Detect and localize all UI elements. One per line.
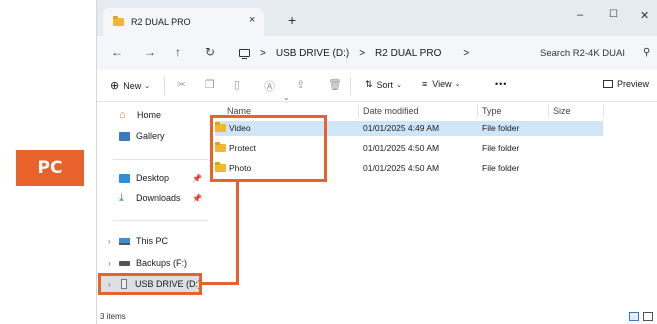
command-bar: ⊕ New ⌄ ✂ ❐ ▯ Ⓐ ⇪ 🗑 ⇅ Sort ⌄ ≡ View ⌄ ••… [97,70,657,102]
toolbar-divider [164,77,165,95]
breadcrumb-r2-dual-pro[interactable]: R2 DUAL PRO [375,48,441,59]
breadcrumb-expand[interactable]: > [463,48,469,59]
pin-icon[interactable]: 📌 [192,194,202,203]
date-cell: 01/01/2025 4:49 AM [363,123,440,133]
type-cell: File folder [482,143,520,153]
item-count: 3 items [100,312,126,321]
type-cell: File folder [482,163,520,173]
sidebar-divider [113,159,208,160]
column-header-type[interactable]: Type [482,102,502,120]
sidebar-divider [113,220,208,221]
sidebar-item-label: Gallery [136,131,165,141]
share-icon[interactable]: ⇪ [296,78,305,91]
sidebar-item-home[interactable]: ⌂ Home [119,106,161,124]
title-bar: R2 DUAL PRO × + – ☐ ✕ [97,0,657,36]
refresh-button[interactable]: ↻ [205,46,215,58]
copy-icon[interactable]: ❐ [205,78,215,91]
new-button[interactable]: ⊕ New ⌄ [110,79,150,92]
folder-icon [113,16,124,26]
search-input[interactable]: Search R2-4K DUAI [540,48,625,59]
gallery-icon [119,131,130,141]
breadcrumb-separator: > [359,47,366,59]
date-cell: 01/01/2025 4:50 AM [363,143,440,153]
view-button[interactable]: ≡ View ⌄ [422,79,461,89]
chevron-down-icon: ⌄ [396,81,402,89]
sidebar-item-downloads[interactable]: ⤓ Downloads [119,189,181,207]
column-divider [477,104,478,118]
chevron-down-icon: ⌄ [454,81,461,88]
status-bar: 3 items [97,312,657,324]
navigation-bar: ← → ↑ ↻ > USB DRIVE (D:) > R2 DUAL PRO >… [97,36,657,70]
sidebar-item-label: Backups (F:) [136,258,188,268]
rename-icon[interactable]: Ⓐ [264,78,275,94]
sort-button[interactable]: ⇅ Sort ⌄ [365,79,402,90]
tab-label: R2 DUAL PRO [131,17,191,27]
sidebar-item-label: Desktop [136,173,170,183]
sidebar-item-label: Downloads [136,193,181,203]
tiles-view-icon[interactable] [643,312,653,321]
chevron-down-icon: ⌄ [144,82,151,90]
sidebar-item-label: Home [137,110,162,120]
computer-icon [119,237,130,245]
sidebar-item-desktop[interactable]: Desktop [119,169,169,187]
sort-button-label: Sort [376,79,394,90]
pc-badge: PC [16,150,84,186]
close-button[interactable]: ✕ [640,9,649,22]
preview-button-label: Preview [617,79,650,89]
column-header-size[interactable]: Size [553,102,571,120]
paste-icon[interactable]: ▯ [234,78,240,91]
tab-r2-dual-pro[interactable]: R2 DUAL PRO × [103,8,264,36]
minimize-button[interactable]: – [577,9,583,21]
column-divider [358,104,359,118]
view-lines-icon: ≡ [422,79,428,89]
new-button-label: New [123,80,142,91]
usb-drive-highlight-box [98,273,202,295]
column-divider [548,104,549,118]
sort-chevron-icon: ⌄ [283,93,290,102]
column-header-date[interactable]: Date modified [363,102,419,120]
view-button-label: View [432,79,452,89]
search-box[interactable]: Search R2-4K DUAI ⚲ [530,42,657,64]
breadcrumb-usb-drive[interactable]: USB DRIVE (D:) [276,48,349,59]
plus-circle-icon: ⊕ [110,80,120,92]
delete-icon[interactable]: 🗑 [328,78,342,91]
preview-button[interactable]: Preview [603,79,649,89]
sidebar-item-backups[interactable]: Backups (F:) [119,254,187,272]
back-button[interactable]: ← [111,46,123,58]
callout-connector-vertical [236,182,239,285]
up-button[interactable]: ↑ [175,46,181,58]
sidebar-item-gallery[interactable]: Gallery [119,127,165,145]
sidebar-item-this-pc[interactable]: This PC [119,232,168,250]
cut-icon[interactable]: ✂ [177,78,186,91]
downloads-icon: ⤓ [119,192,124,204]
forward-button[interactable]: → [144,46,156,58]
chevron-right-icon[interactable]: › [108,237,111,246]
callout-connector-horizontal [202,282,239,285]
drive-icon [119,260,130,266]
details-view-icon[interactable] [629,312,639,321]
home-icon: ⌂ [119,109,126,121]
new-tab-button[interactable]: + [288,13,296,27]
breadcrumb-separator: > [260,47,266,59]
chevron-right-icon[interactable]: › [108,259,111,268]
computer-icon [239,49,250,60]
pin-icon[interactable]: 📌 [192,174,202,183]
desktop-icon [119,173,130,183]
tab-close-icon[interactable]: × [249,14,255,26]
date-cell: 01/01/2025 4:50 AM [363,163,440,173]
pc-badge-label: PC [37,158,63,178]
toolbar-divider [350,77,351,95]
sort-icon: ⇅ [365,79,373,89]
maximize-button[interactable]: ☐ [609,9,618,20]
preview-pane-icon [603,80,613,88]
column-divider [603,104,604,118]
sidebar-item-label: This PC [136,236,169,246]
search-icon: ⚲ [643,47,651,58]
type-cell: File folder [482,123,520,133]
more-options-button[interactable]: ••• [495,79,507,89]
folders-highlight-box [210,115,327,182]
address-bar[interactable]: > USB DRIVE (D:) > R2 DUAL PRO > [231,42,521,64]
